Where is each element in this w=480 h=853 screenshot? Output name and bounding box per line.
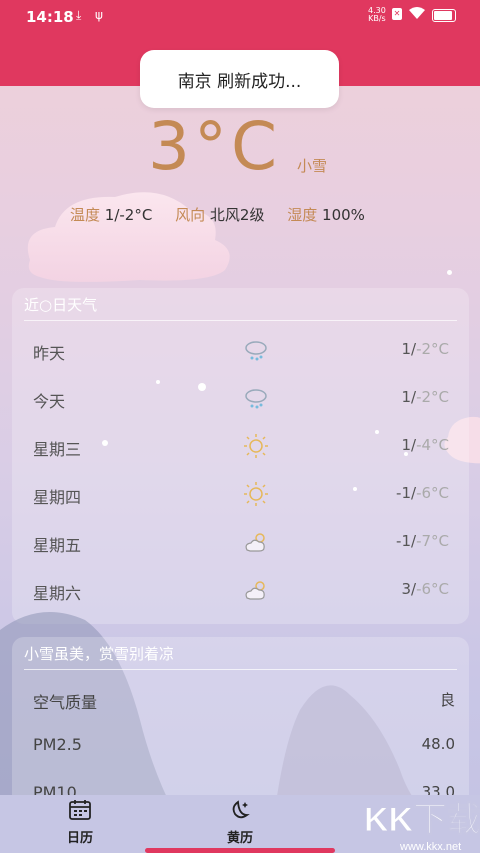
forecast-title: 近○日天气: [24, 296, 98, 314]
forecast-range: 3/-6°C: [401, 580, 449, 598]
air-label: PM2.5: [33, 735, 82, 754]
forecast-low: -6°C: [416, 484, 449, 502]
forecast-low: -4°C: [416, 436, 449, 454]
forecast-range: 1/-2°C: [401, 340, 449, 358]
sun-icon: [244, 434, 268, 458]
forecast-range: 1/-2°C: [401, 388, 449, 406]
refresh-toast: 南京 刷新成功...: [140, 50, 339, 108]
cloud-decoration: [27, 192, 230, 282]
forecast-low: -2°C: [416, 388, 449, 406]
air-row: 空气质量 良: [12, 679, 469, 719]
forecast-row[interactable]: 星期三 1/-4°C: [12, 424, 469, 472]
moon-stars-icon: [232, 800, 250, 819]
forecast-row[interactable]: 星期五 -1/-7°C: [12, 520, 469, 568]
download-icon: ⤓: [76, 8, 82, 22]
usb-icon: ψ: [95, 8, 103, 22]
forecast-low: -6°C: [416, 580, 449, 598]
watermark-logo: KK下载: [364, 801, 480, 839]
forecast-high: 1/: [401, 340, 417, 358]
stat-value: 100%: [322, 206, 365, 224]
watermark-url: www.kkx.net: [399, 841, 461, 853]
stat-label: 温度: [70, 206, 101, 224]
stat-value: 1/-2°C: [104, 206, 153, 224]
air-quality-card: 小雪虽美，赏雪别着凉 空气质量 良 PM2.5 48.0 PM10 33.0: [12, 637, 469, 807]
nav-calendar[interactable]: 日历: [50, 799, 110, 846]
stat-label: 湿度: [287, 206, 318, 224]
status-time: 14:18: [26, 8, 74, 26]
forecast-day: 昨天: [33, 344, 66, 363]
nav-almanac[interactable]: 黄历: [210, 799, 270, 846]
nav-label: 黄历: [226, 831, 253, 846]
net-speed-unit: KB/s: [368, 14, 386, 23]
forecast-low: -7°C: [416, 532, 449, 550]
forecast-high: 3/: [401, 580, 417, 598]
partly-cloudy-icon: [245, 533, 265, 552]
forecast-row[interactable]: 星期四 -1/-6°C: [12, 472, 469, 520]
divider: [24, 669, 457, 670]
forecast-day: 今天: [33, 392, 66, 411]
forecast-row[interactable]: 今天 1/-2°C: [12, 376, 469, 424]
air-tip-title: 小雪虽美，赏雪别着凉: [24, 645, 175, 663]
sun-icon: [244, 482, 268, 506]
forecast-row[interactable]: 昨天 1/-2°C: [12, 328, 469, 376]
air-value: 48.0: [421, 735, 455, 753]
forecast-range: -1/-6°C: [396, 484, 449, 502]
forecast-low: -2°C: [416, 340, 449, 358]
home-indicator: [145, 848, 335, 853]
divider: [24, 320, 457, 321]
forecast-high: 1/: [401, 388, 417, 406]
stat-label: 风向: [175, 206, 206, 224]
snow-cloud-icon: [245, 389, 267, 409]
calendar-icon: [69, 800, 91, 820]
net-speed: 4.30 KB/s: [368, 7, 386, 23]
forecast-day: 星期四: [33, 488, 82, 507]
current-temperature: 3°C: [148, 108, 282, 185]
stat-humidity: 湿度 100%: [287, 206, 365, 224]
forecast-day: 星期三: [33, 440, 82, 459]
battery-icon: [432, 9, 456, 22]
air-row: PM2.5 48.0: [12, 725, 469, 765]
forecast-card: 近○日天气 昨天 1/-2°C 今天 1/-2°C 星期三 1/-4°C 星期四…: [12, 288, 469, 624]
snowflake-dot: [447, 270, 452, 275]
forecast-high: -1/: [396, 484, 417, 502]
forecast-day: 星期五: [33, 536, 82, 555]
stat-wind: 风向 北风2级: [175, 206, 264, 224]
stat-temperature: 温度 1/-2°C: [70, 206, 152, 224]
air-value: 良: [439, 691, 455, 709]
stat-value: 北风2级: [209, 206, 265, 224]
forecast-high: -1/: [396, 532, 417, 550]
air-label: 空气质量: [33, 693, 98, 712]
wifi-icon: [408, 6, 426, 24]
forecast-high: 1/: [401, 436, 417, 454]
sim-icon: ✕: [392, 8, 402, 20]
site-watermark: KK下载 www.kkx.net: [364, 801, 480, 853]
current-stats: 温度 1/-2°C 风向 北风2级 湿度 100%: [70, 204, 383, 225]
forecast-range: 1/-4°C: [401, 436, 449, 454]
snow-cloud-icon: [245, 341, 267, 361]
current-condition: 小雪: [297, 157, 328, 175]
nav-label: 日历: [66, 831, 93, 846]
forecast-range: -1/-7°C: [396, 532, 449, 550]
